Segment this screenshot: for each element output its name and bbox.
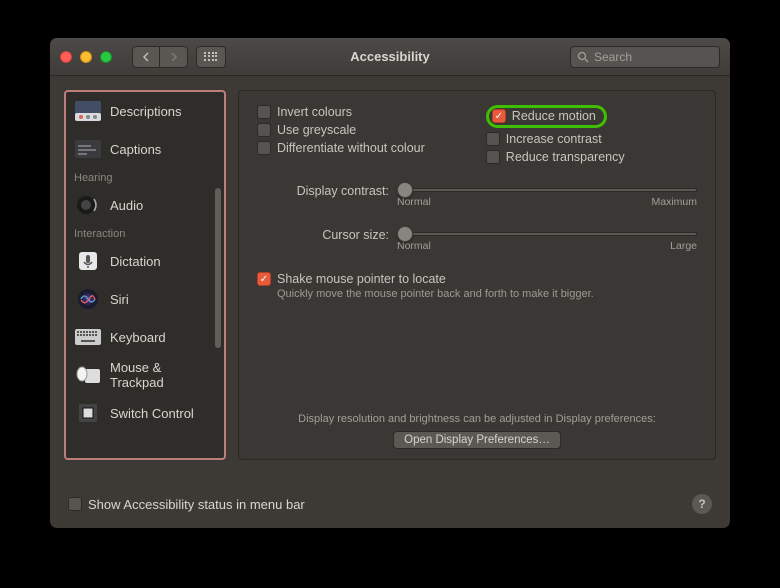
sidebar-item-descriptions[interactable]: Descriptions	[66, 92, 224, 130]
audio-icon	[74, 193, 102, 217]
keyboard-icon	[74, 325, 102, 349]
checkbox-label: Shake mouse pointer to locate	[277, 272, 446, 286]
shake-pointer-checkbox[interactable]: ✓ Shake mouse pointer to locate	[257, 272, 697, 286]
slider-knob[interactable]	[397, 182, 413, 198]
slider-knob[interactable]	[397, 226, 413, 242]
show-status-checkbox[interactable]: Show Accessibility status in menu bar	[68, 497, 305, 512]
checkbox-label: Differentiate without colour	[277, 141, 425, 155]
sidebar-scrollbar[interactable]	[214, 98, 222, 452]
forward-button[interactable]	[160, 46, 188, 68]
checkbox-label: Invert colours	[277, 105, 352, 119]
checkbox-label: Show Accessibility status in menu bar	[88, 497, 305, 512]
sidebar-item-siri[interactable]: Siri	[66, 280, 224, 318]
window-controls	[60, 51, 112, 63]
chevron-right-icon	[170, 52, 178, 62]
captions-icon	[74, 137, 102, 161]
sidebar-section-hearing: Hearing	[66, 168, 224, 186]
nav-buttons	[132, 46, 188, 68]
display-contrast-label: Display contrast:	[257, 182, 389, 198]
slider-min-label: Normal	[397, 240, 431, 252]
search-placeholder: Search	[594, 50, 632, 64]
grid-icon	[204, 52, 218, 62]
sidebar-item-keyboard[interactable]: Keyboard	[66, 318, 224, 356]
display-contrast-slider[interactable]: Normal Maximum	[397, 182, 697, 208]
settings-panel: Invert colours Use greyscale Differentia…	[238, 90, 716, 460]
descriptions-icon	[74, 99, 102, 123]
checkbox-label: Reduce transparency	[506, 150, 625, 164]
siri-icon	[74, 287, 102, 311]
sidebar-item-dictation[interactable]: Dictation	[66, 242, 224, 280]
slider-min-label: Normal	[397, 196, 431, 208]
content-area: Descriptions Captions Hearing Audio Inte…	[50, 76, 730, 494]
sidebar-item-label: Switch Control	[110, 406, 194, 421]
dictation-icon	[74, 249, 102, 273]
cursor-size-label: Cursor size:	[257, 226, 389, 242]
checkbox-label: Increase contrast	[506, 132, 602, 146]
checkbox-label: Use greyscale	[277, 123, 356, 137]
help-button[interactable]: ?	[692, 494, 712, 514]
cursor-size-slider[interactable]: Normal Large	[397, 226, 697, 252]
slider-max-label: Maximum	[651, 196, 697, 208]
checkmark-icon: ✓	[492, 109, 506, 123]
sidebar-item-audio[interactable]: Audio	[66, 186, 224, 224]
close-icon[interactable]	[60, 51, 72, 63]
increase-contrast-checkbox[interactable]: Increase contrast	[486, 132, 697, 146]
show-all-button[interactable]	[196, 46, 226, 68]
invert-colours-checkbox[interactable]: Invert colours	[257, 105, 486, 119]
sidebar-item-label: Dictation	[110, 254, 161, 269]
bottom-bar: Show Accessibility status in menu bar ?	[50, 494, 730, 528]
preferences-window: Accessibility Search Descriptions Capt	[50, 38, 730, 528]
sidebar-section-interaction: Interaction	[66, 224, 224, 242]
reduce-transparency-checkbox[interactable]: Reduce transparency	[486, 150, 697, 164]
search-field[interactable]: Search	[570, 46, 720, 68]
sidebar-item-label: Keyboard	[110, 330, 166, 345]
open-display-preferences-button[interactable]: Open Display Preferences…	[393, 431, 561, 449]
reduce-motion-checkbox[interactable]: ✓ Reduce motion	[492, 109, 596, 123]
minimize-icon[interactable]	[80, 51, 92, 63]
back-button[interactable]	[132, 46, 160, 68]
chevron-left-icon	[142, 52, 150, 62]
mouse-trackpad-icon	[74, 363, 102, 387]
sidebar-item-label: Siri	[110, 292, 129, 307]
sidebar-item-captions[interactable]: Captions	[66, 130, 224, 168]
checkbox-label: Reduce motion	[512, 109, 596, 123]
category-sidebar: Descriptions Captions Hearing Audio Inte…	[64, 90, 226, 460]
slider-max-label: Large	[670, 240, 697, 252]
zoom-icon[interactable]	[100, 51, 112, 63]
shake-pointer-description: Quickly move the mouse pointer back and …	[277, 288, 697, 300]
sidebar-item-label: Descriptions	[110, 104, 182, 119]
sidebar-item-mouse-trackpad[interactable]: Mouse & Trackpad	[66, 356, 224, 394]
sidebar-item-label: Audio	[110, 198, 143, 213]
reduce-motion-highlight: ✓ Reduce motion	[486, 105, 607, 128]
display-preferences-note: Display resolution and brightness can be…	[257, 413, 697, 425]
checkmark-icon: ✓	[257, 272, 271, 286]
help-icon: ?	[698, 497, 705, 511]
scrollbar-thumb[interactable]	[215, 188, 221, 348]
sidebar-item-label: Mouse & Trackpad	[110, 360, 216, 390]
differentiate-colour-checkbox[interactable]: Differentiate without colour	[257, 141, 486, 155]
sidebar-item-label: Captions	[110, 142, 161, 157]
search-icon	[577, 51, 589, 63]
titlebar: Accessibility Search	[50, 38, 730, 76]
switch-control-icon	[74, 401, 102, 425]
sidebar-item-switch-control[interactable]: Switch Control	[66, 394, 224, 432]
use-greyscale-checkbox[interactable]: Use greyscale	[257, 123, 486, 137]
